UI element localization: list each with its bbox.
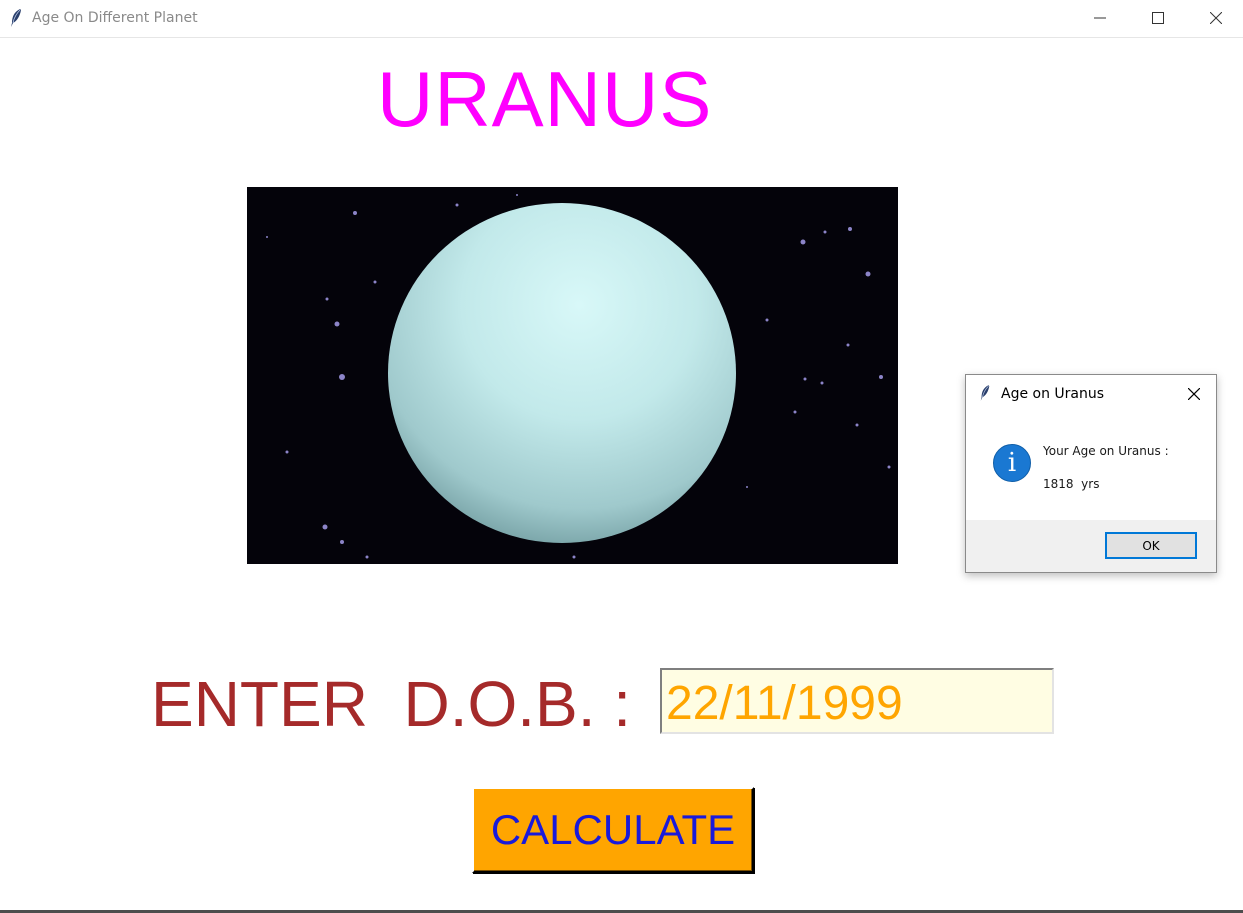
minimize-button[interactable] [1071,0,1129,36]
dob-label: ENTER D.O.B. : [151,668,632,740]
info-icon: i [993,444,1031,482]
close-icon [1210,12,1222,24]
dialog-title: Age on Uranus [1001,386,1105,402]
dialog-close-button[interactable] [1180,381,1208,407]
dialog-footer: OK [966,520,1216,572]
feather-icon [9,8,23,28]
ok-button[interactable]: OK [1105,532,1197,559]
close-icon [1188,388,1200,400]
maximize-button[interactable] [1129,0,1187,36]
window-title: Age On Different Planet [32,10,198,26]
calculate-button[interactable]: CALCULATE [472,787,754,873]
planet-image [247,187,898,564]
window-titlebar: Age On Different Planet [0,0,1243,38]
dialog-message-line1: Your Age on Uranus : [1043,444,1169,458]
dialog-titlebar[interactable]: Age on Uranus [966,375,1216,411]
dialog-message-line2: 1818 yrs [1043,477,1100,491]
close-window-button[interactable] [1187,0,1243,36]
feather-icon [979,384,991,402]
dob-input[interactable] [660,668,1054,734]
maximize-icon [1152,12,1164,24]
age-result-dialog: Age on Uranus i Your Age on Uranus : 181… [965,374,1217,573]
planet-title: URANUS [377,55,713,143]
minimize-icon [1094,17,1106,19]
